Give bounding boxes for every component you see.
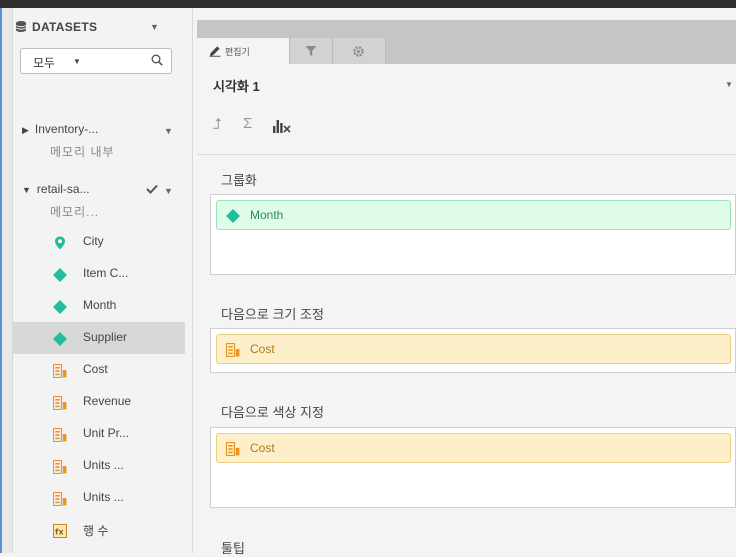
clear-chart-icon[interactable] [273,118,291,133]
checkmark-icon [146,184,158,194]
field-label: City [83,234,104,248]
pill-cost-color[interactable]: Cost [216,433,731,463]
calculated-field-icon: fx [53,524,67,538]
source-inventory-menu-icon[interactable]: ▼ [164,126,173,136]
source-retail-name: retail-sa... [36,182,90,196]
measure-icon [53,396,67,410]
source-retail-subtitle: 메모리... [50,205,100,219]
field-row-count[interactable]: fx 행 수 [13,514,185,546]
svg-text:fx: fx [55,528,64,537]
datasets-header-label: DATASETS [32,20,98,34]
field-units-1[interactable]: Units ... [13,450,185,482]
expand-triangle-icon[interactable]: ▶ [22,125,29,135]
field-city[interactable]: City [13,226,185,258]
datasets-header: DATASETS [16,20,97,34]
measure-icon [53,428,67,442]
drop-zone-size-by[interactable]: Cost [210,328,736,373]
source-retail[interactable]: ▼ retail-sa... [22,182,90,196]
tab-editor[interactable]: 편집기 [197,38,290,64]
dimension-diamond-icon [53,268,67,282]
field-label: Revenue [83,394,132,408]
map-pin-icon [55,236,65,250]
field-item-category[interactable]: Item C... [13,258,185,290]
field-supplier[interactable]: Supplier [13,322,185,354]
sigma-icon[interactable]: Σ [243,115,252,132]
dataset-filter-value: 모두 [33,56,56,70]
field-label: Cost [83,362,108,376]
dimension-diamond-icon [53,300,67,314]
section-title-color-by: 다음으로 색상 지정 [221,405,324,420]
swap-axes-icon[interactable]: ⮥ [213,116,222,133]
tab-filters[interactable] [290,38,333,64]
pill-month[interactable]: Month [216,200,731,230]
pencil-icon [209,46,221,57]
section-title-group-by: 그룹화 [221,173,257,188]
source-inventory-name: Inventory-... [34,122,99,136]
dimension-diamond-icon [226,209,240,223]
datasets-menu-caret-icon[interactable]: ▼ [150,22,159,32]
database-icon [16,21,26,32]
pill-cost-size[interactable]: Cost [216,334,731,364]
tab-settings[interactable] [333,38,386,64]
pill-label: Cost [250,342,275,356]
visualization-menu-caret-icon[interactable]: ▼ [725,80,733,89]
search-icon[interactable] [151,54,163,66]
source-inventory-subtitle: 메모리 내부 [50,145,115,159]
pill-label: Cost [250,441,275,455]
measure-icon [226,442,240,456]
source-inventory[interactable]: ▶ Inventory-... [22,122,98,136]
field-month[interactable]: Month [13,290,185,322]
funnel-icon [305,46,317,56]
field-unit-price[interactable]: Unit Pr... [13,418,185,450]
tab-editor-label: 편집기 [225,47,250,57]
field-label: Units ... [83,458,124,472]
collapse-triangle-icon[interactable]: ▼ [22,185,31,195]
window-top-bar [0,0,736,8]
field-label: 행 수 [83,524,109,538]
measure-icon [53,460,67,474]
measure-icon [226,343,240,357]
pill-label: Month [250,208,284,222]
measure-icon [53,364,67,378]
field-label: Unit Pr... [83,426,130,440]
chevron-down-icon: ▼ [73,57,81,66]
drop-zone-group-by[interactable]: Month [210,194,736,275]
field-label: Item C... [83,266,129,280]
section-title-tooltip: 툴팁 [221,541,245,556]
measure-icon [53,492,67,506]
dimension-diamond-icon [53,332,67,346]
field-cost[interactable]: Cost [13,354,185,386]
field-label: Supplier [83,330,128,344]
toolbar-divider [197,154,736,155]
drop-zone-color-by[interactable]: Cost [210,427,736,508]
field-revenue[interactable]: Revenue [13,386,185,418]
dataset-filter-select[interactable]: 모두 ▼ [20,48,172,74]
visualization-editor-panel: 편집기 시각화 1 ▼ ⮥ Σ 그룹화 Month 다음으로 크기 조정 Cos… [197,20,736,556]
gear-icon [353,46,364,57]
field-label: Month [83,298,117,312]
field-label: Units ... [83,490,124,504]
left-edge-accent [0,8,2,553]
visualization-title[interactable]: 시각화 1 [213,76,260,95]
source-retail-menu-icon[interactable]: ▼ [164,186,173,196]
section-title-size-by: 다음으로 크기 조정 [221,307,324,322]
field-units-2[interactable]: Units ... [13,482,185,514]
